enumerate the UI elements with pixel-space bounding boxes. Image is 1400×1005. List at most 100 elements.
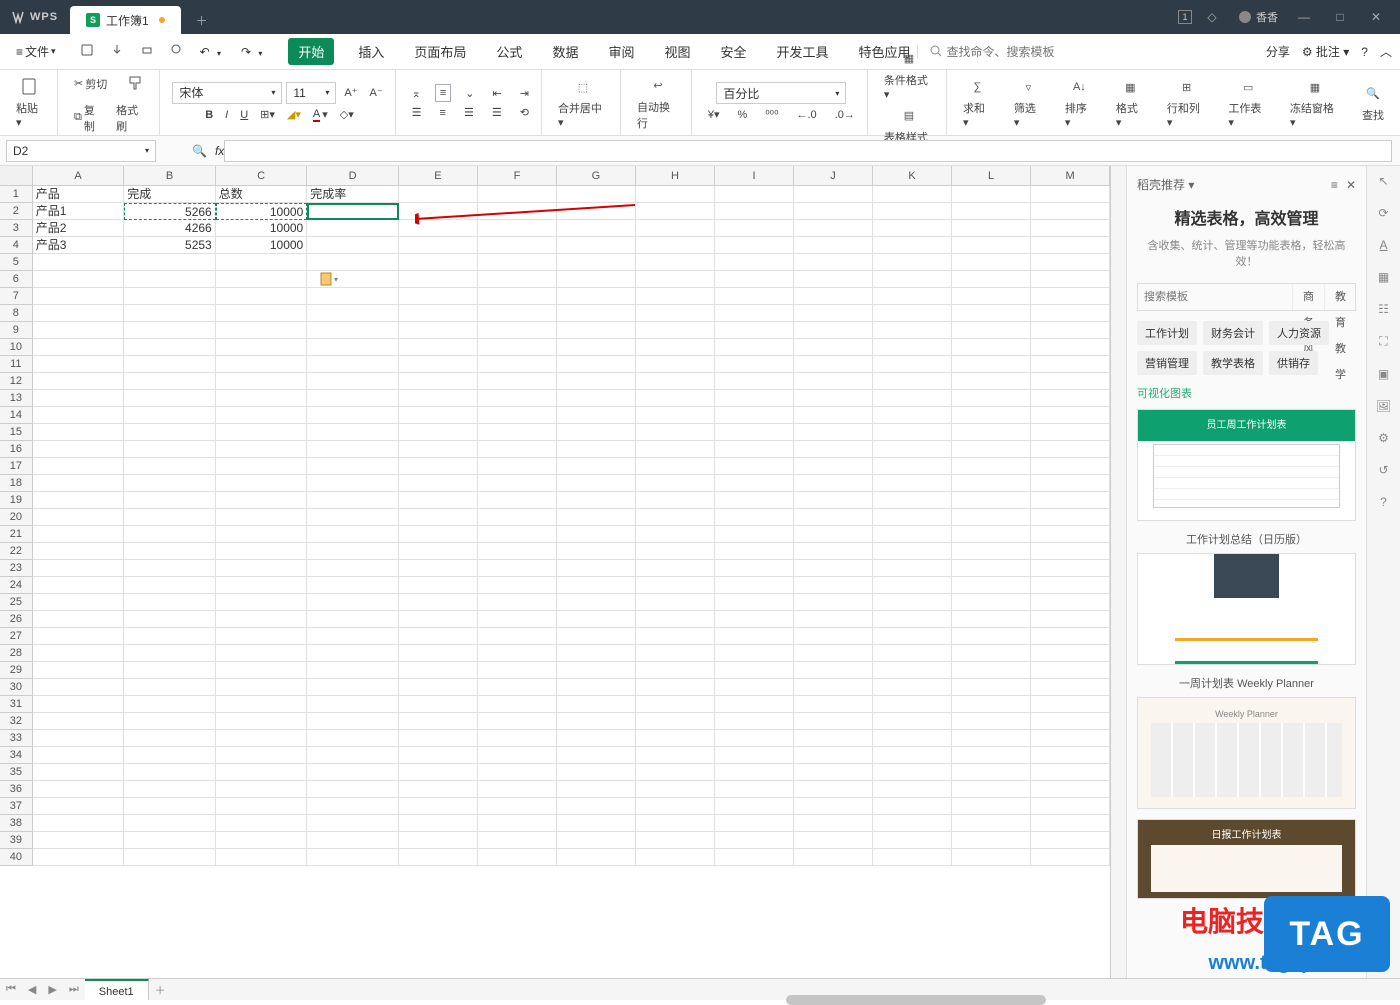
cell[interactable] xyxy=(952,849,1031,866)
cell[interactable] xyxy=(478,849,557,866)
cell[interactable] xyxy=(478,832,557,849)
cell[interactable] xyxy=(478,509,557,526)
cell[interactable] xyxy=(952,186,1031,203)
cell[interactable] xyxy=(636,373,715,390)
cell[interactable] xyxy=(952,339,1031,356)
cell[interactable] xyxy=(399,781,478,798)
cell[interactable] xyxy=(557,322,636,339)
cell[interactable] xyxy=(952,407,1031,424)
row-header[interactable]: 37 xyxy=(0,798,33,815)
cell[interactable] xyxy=(715,203,794,220)
template-thumb-3[interactable]: Weekly Planner xyxy=(1137,697,1356,809)
cell[interactable] xyxy=(124,492,216,509)
cell[interactable] xyxy=(952,475,1031,492)
cell[interactable]: 产品 xyxy=(33,186,125,203)
cell[interactable] xyxy=(1031,577,1110,594)
theme-icon[interactable]: ◇ xyxy=(1196,4,1228,30)
cell[interactable] xyxy=(715,390,794,407)
cell[interactable] xyxy=(1031,798,1110,815)
align-center-button[interactable]: ≡ xyxy=(436,105,450,121)
format-button[interactable]: ▦格式 ▾ xyxy=(1112,74,1149,131)
cell[interactable] xyxy=(636,832,715,849)
cell[interactable] xyxy=(636,356,715,373)
cell[interactable] xyxy=(1031,747,1110,764)
freeze-button[interactable]: ▦冻结窗格 ▾ xyxy=(1286,74,1344,131)
cell[interactable] xyxy=(715,815,794,832)
cell[interactable] xyxy=(307,441,399,458)
cell[interactable] xyxy=(307,220,399,237)
cell[interactable] xyxy=(873,492,952,509)
cell[interactable] xyxy=(1031,611,1110,628)
cell[interactable] xyxy=(478,798,557,815)
cell[interactable] xyxy=(952,611,1031,628)
cell[interactable] xyxy=(478,645,557,662)
sum-button[interactable]: ∑求和 ▾ xyxy=(959,74,996,131)
row-header[interactable]: 15 xyxy=(0,424,33,441)
sidebar-search-input[interactable] xyxy=(1138,284,1292,310)
cell[interactable] xyxy=(216,679,308,696)
cell[interactable] xyxy=(1031,713,1110,730)
row-header[interactable]: 13 xyxy=(0,390,33,407)
cell[interactable] xyxy=(557,373,636,390)
cell[interactable] xyxy=(478,373,557,390)
cell[interactable] xyxy=(1031,492,1110,509)
cell[interactable] xyxy=(873,203,952,220)
cell[interactable] xyxy=(478,662,557,679)
print-icon[interactable] xyxy=(136,39,158,64)
row-header[interactable]: 12 xyxy=(0,373,33,390)
cell[interactable] xyxy=(33,509,125,526)
cell[interactable] xyxy=(1031,628,1110,645)
ribbon-tab-7[interactable]: 安全 xyxy=(714,38,752,65)
cell[interactable]: 4266 xyxy=(124,220,216,237)
cell[interactable] xyxy=(636,441,715,458)
cell[interactable] xyxy=(715,560,794,577)
cell[interactable] xyxy=(478,305,557,322)
cell[interactable] xyxy=(952,747,1031,764)
cell[interactable] xyxy=(216,849,308,866)
row-header[interactable]: 36 xyxy=(0,781,33,798)
rail-select-icon[interactable]: ↖ xyxy=(1378,174,1388,188)
cell[interactable] xyxy=(794,679,873,696)
cell[interactable] xyxy=(715,577,794,594)
cell[interactable] xyxy=(478,475,557,492)
cell[interactable] xyxy=(216,373,308,390)
cell[interactable] xyxy=(478,339,557,356)
cell[interactable] xyxy=(715,594,794,611)
cell[interactable] xyxy=(557,254,636,271)
cell[interactable] xyxy=(124,560,216,577)
cell[interactable]: 10000 xyxy=(216,220,308,237)
cell[interactable] xyxy=(307,815,399,832)
cell[interactable] xyxy=(307,645,399,662)
cell[interactable] xyxy=(1031,543,1110,560)
cell[interactable] xyxy=(873,339,952,356)
template-thumb-4[interactable]: 日报工作计划表 xyxy=(1137,819,1356,899)
cell[interactable] xyxy=(794,730,873,747)
cell[interactable] xyxy=(636,594,715,611)
cell[interactable] xyxy=(33,322,125,339)
cell[interactable] xyxy=(216,594,308,611)
cell[interactable] xyxy=(557,424,636,441)
cell[interactable] xyxy=(399,475,478,492)
currency-button[interactable]: ¥▾ xyxy=(704,106,724,123)
sheet-nav-last[interactable]: ⏭ xyxy=(63,983,85,996)
cell[interactable] xyxy=(33,356,125,373)
align-left-button[interactable]: ☰ xyxy=(408,104,426,121)
cell[interactable] xyxy=(124,781,216,798)
cell[interactable] xyxy=(715,764,794,781)
cell[interactable] xyxy=(124,458,216,475)
cell[interactable] xyxy=(636,339,715,356)
cell[interactable] xyxy=(715,458,794,475)
cell[interactable] xyxy=(478,220,557,237)
cell[interactable] xyxy=(478,390,557,407)
cell[interactable] xyxy=(952,526,1031,543)
cell[interactable] xyxy=(1031,849,1110,866)
cell[interactable] xyxy=(124,305,216,322)
cell[interactable] xyxy=(557,764,636,781)
cell[interactable] xyxy=(715,526,794,543)
cell[interactable] xyxy=(478,696,557,713)
cell[interactable] xyxy=(636,645,715,662)
close-button[interactable]: ✕ xyxy=(1360,4,1392,30)
cell[interactable] xyxy=(636,730,715,747)
cell[interactable] xyxy=(636,713,715,730)
row-header[interactable]: 24 xyxy=(0,577,33,594)
